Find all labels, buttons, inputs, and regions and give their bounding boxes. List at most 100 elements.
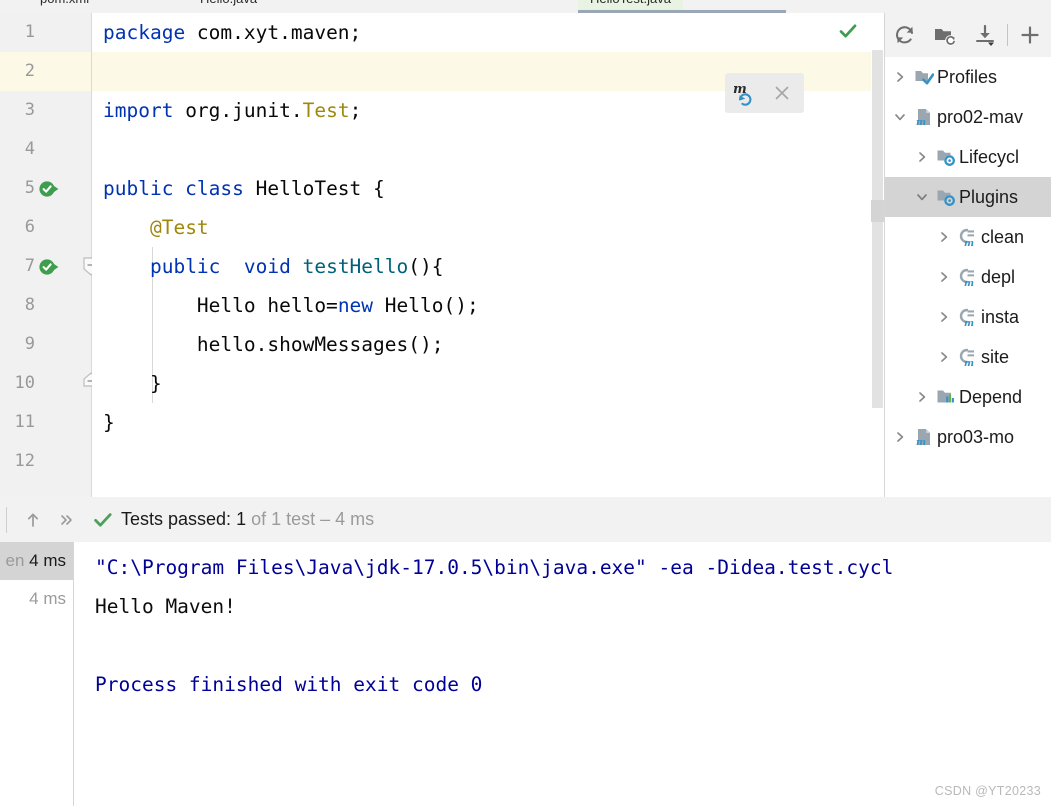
maven-tree-item-plugins[interactable]: Plugins bbox=[885, 177, 1051, 217]
svg-text:m: m bbox=[964, 238, 974, 247]
svg-text:m: m bbox=[964, 278, 974, 287]
maven-project-tree[interactable]: Profiles m pro02-mav Lifecycl Plugins m … bbox=[885, 57, 1051, 497]
gutter-line-1: 1 bbox=[0, 13, 91, 52]
test-status-count: 1 bbox=[236, 509, 247, 529]
chevron-right-icon[interactable] bbox=[933, 231, 955, 243]
maven-tree-label: insta bbox=[981, 306, 1020, 327]
run-test-success-icon[interactable] bbox=[38, 256, 60, 278]
maven-tree-label: Lifecycl bbox=[959, 146, 1020, 167]
inspection-ok-icon[interactable] bbox=[838, 21, 858, 41]
maven-tool-window: Profiles m pro02-mav Lifecycl Plugins m … bbox=[885, 13, 1051, 497]
load-maven-changes-icon[interactable]: m bbox=[725, 73, 763, 113]
chevron-right-icon[interactable] bbox=[889, 431, 911, 443]
editor-gutter[interactable]: 1 2 3 4 5 6 7 8 9 10 11 12 bbox=[0, 13, 99, 497]
maven-tree-item-install[interactable]: m insta bbox=[885, 297, 1051, 337]
lifecycle-icon bbox=[933, 147, 959, 167]
editor-tab-1[interactable]: Hello.java bbox=[200, 0, 257, 12]
code-line-8[interactable]: Hello hello=new Hello(); bbox=[92, 286, 884, 325]
maven-reload-popup[interactable]: m bbox=[725, 73, 804, 113]
gutter-line-12: 12 bbox=[0, 442, 91, 481]
maven-tree-label: pro02-mav bbox=[937, 106, 1024, 127]
chevron-down-icon[interactable] bbox=[911, 191, 933, 203]
line-number: 1 bbox=[24, 22, 35, 42]
editor-tab-0[interactable]: pom.xml bbox=[40, 0, 89, 12]
chevron-down-icon[interactable] bbox=[889, 111, 911, 123]
svg-text:m: m bbox=[964, 358, 974, 367]
code-line-5[interactable]: public class HelloTest { bbox=[92, 169, 884, 208]
code-line-1[interactable]: package com.xyt.maven; bbox=[92, 13, 884, 52]
maven-project-icon: m bbox=[911, 107, 937, 127]
maven-tree-item-deploy[interactable]: m depl bbox=[885, 257, 1051, 297]
code-editor[interactable]: 1 2 3 4 5 6 7 8 9 10 11 12 package com.x… bbox=[0, 13, 885, 497]
test-tree-row[interactable]: 4 ms bbox=[0, 580, 73, 618]
line-number: 3 bbox=[24, 100, 35, 120]
chevron-right-icon[interactable] bbox=[933, 351, 955, 363]
line-number: 8 bbox=[24, 295, 35, 315]
line-number: 11 bbox=[14, 412, 35, 432]
toolbar-separator bbox=[1007, 24, 1008, 46]
code-line-12[interactable] bbox=[92, 442, 884, 481]
editor-vertical-scrollbar-thumb[interactable] bbox=[872, 50, 883, 408]
console-line: "C:\Program Files\Java\jdk-17.0.5\bin\ja… bbox=[95, 556, 894, 579]
generate-sources-icon[interactable] bbox=[925, 13, 965, 57]
code-line-4[interactable] bbox=[92, 130, 884, 169]
gutter-line-10: 10 bbox=[0, 364, 99, 403]
chevron-right-icon[interactable] bbox=[933, 271, 955, 283]
code-line-6[interactable]: @Test bbox=[92, 208, 884, 247]
maven-tree-item-pro03[interactable]: m pro03-mo bbox=[885, 417, 1051, 457]
line-number: 6 bbox=[24, 217, 35, 237]
code-line-11[interactable]: } bbox=[92, 403, 884, 442]
maven-project-icon: m bbox=[911, 427, 937, 447]
scrollbar-marker bbox=[871, 200, 884, 222]
maven-tree-label: clean bbox=[981, 226, 1025, 247]
editor-vertical-scrollbar-track[interactable] bbox=[871, 50, 884, 450]
plugin-icon: m bbox=[955, 347, 981, 367]
maven-tree-item-profiles[interactable]: Profiles bbox=[885, 57, 1051, 97]
maven-tree-item-site[interactable]: m site bbox=[885, 337, 1051, 377]
profiles-icon bbox=[911, 67, 937, 87]
svg-text:m: m bbox=[916, 117, 926, 127]
test-results-tree[interactable]: en 4 ms 4 ms bbox=[0, 542, 74, 806]
gutter-line-7: 7 bbox=[0, 247, 99, 286]
gutter-line-11: 11 bbox=[0, 403, 91, 442]
previous-occurrence-icon[interactable] bbox=[19, 497, 47, 542]
chevron-right-icon[interactable] bbox=[933, 311, 955, 323]
maven-tree-item-pro02[interactable]: m pro02-mav bbox=[885, 97, 1051, 137]
maven-tree-label: Profiles bbox=[937, 66, 998, 87]
maven-tree-item-clean[interactable]: m clean bbox=[885, 217, 1051, 257]
close-icon[interactable] bbox=[763, 73, 801, 113]
run-tool-window: Tests passed: 1 of 1 test – 4 ms en 4 ms… bbox=[0, 497, 1051, 806]
chevron-right-icon[interactable] bbox=[911, 151, 933, 163]
reload-all-maven-projects-icon[interactable] bbox=[885, 13, 925, 57]
gutter-line-3: 3 bbox=[0, 91, 91, 130]
code-line-9[interactable]: hello.showMessages(); bbox=[92, 325, 884, 364]
maven-tree-label: pro03-mo bbox=[937, 426, 1015, 447]
expand-all-icon[interactable] bbox=[53, 497, 81, 542]
gutter-line-6: 6 bbox=[0, 208, 91, 247]
gutter-line-2: 2 bbox=[0, 52, 91, 91]
chevron-right-icon[interactable] bbox=[889, 71, 911, 83]
chevron-right-icon[interactable] bbox=[911, 391, 933, 403]
maven-toolbar bbox=[885, 13, 1051, 58]
console-output[interactable]: "C:\Program Files\Java\jdk-17.0.5\bin\ja… bbox=[74, 542, 1051, 806]
gutter-line-8: 8 bbox=[0, 286, 91, 325]
line-number: 5 bbox=[24, 178, 35, 198]
code-line-10[interactable]: } bbox=[92, 364, 884, 403]
run-test-success-icon[interactable] bbox=[38, 178, 60, 200]
download-sources-icon[interactable] bbox=[965, 13, 1005, 57]
test-tree-row-prefix: en bbox=[5, 551, 25, 570]
ide-window: pom.xml Hello.java HelloTest.java 1 2 3 … bbox=[0, 0, 1051, 806]
maven-tree-item-dependencies[interactable]: Depend bbox=[885, 377, 1051, 417]
test-tree-row[interactable]: en 4 ms bbox=[0, 542, 73, 580]
test-results-toolbar: Tests passed: 1 of 1 test – 4 ms bbox=[0, 497, 1051, 543]
add-maven-project-icon[interactable] bbox=[1010, 13, 1050, 57]
code-line-7[interactable]: public void testHello(){ bbox=[92, 247, 884, 286]
line-number: 4 bbox=[24, 139, 35, 159]
maven-tree-label: Plugins bbox=[959, 186, 1019, 207]
maven-tree-item-lifecycle[interactable]: Lifecycl bbox=[885, 137, 1051, 177]
test-status-suffix: of 1 test – 4 ms bbox=[246, 509, 375, 529]
line-number: 10 bbox=[14, 373, 35, 393]
toolbar-separator bbox=[6, 506, 7, 533]
svg-text:m: m bbox=[916, 437, 926, 447]
